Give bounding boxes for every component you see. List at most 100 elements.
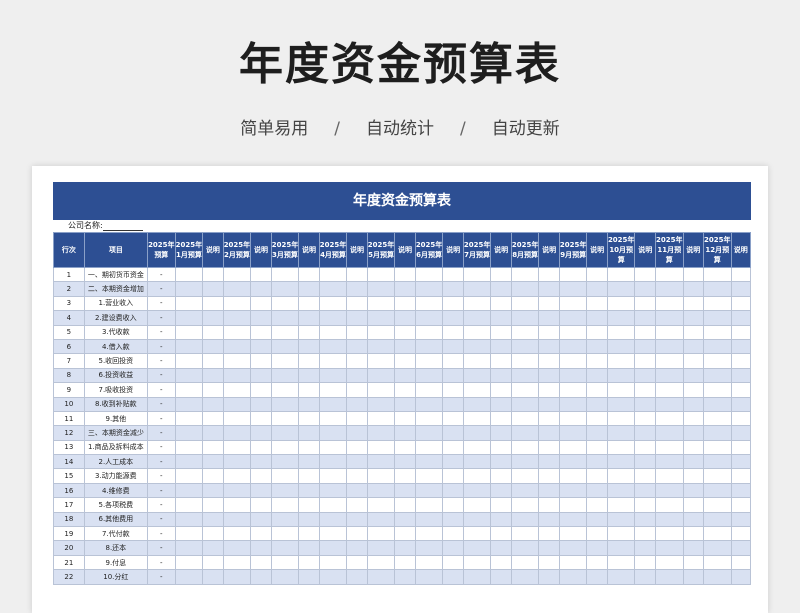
table-cell[interactable] [654,367,684,384]
row-number-cell[interactable]: 17 [53,497,85,513]
table-cell[interactable] [634,482,656,499]
table-cell[interactable] [318,468,348,484]
table-cell[interactable] [250,410,272,427]
table-cell[interactable] [270,468,300,484]
table-cell[interactable] [222,310,252,326]
annual-budget-cell[interactable]: - [147,310,176,326]
table-cell[interactable] [702,382,732,398]
table-cell[interactable] [730,266,752,283]
table-cell[interactable] [558,540,588,556]
table-cell[interactable] [250,497,272,513]
table-cell[interactable] [414,295,444,312]
table-cell[interactable] [250,439,272,456]
table-cell[interactable] [346,367,368,384]
table-cell[interactable] [202,396,224,412]
table-cell[interactable] [346,540,368,556]
table-cell[interactable] [270,454,300,470]
table-cell[interactable] [682,497,704,513]
column-header[interactable]: 2025年5月预算 [366,232,396,268]
table-cell[interactable] [298,511,320,528]
table-cell[interactable] [174,468,204,484]
table-cell[interactable] [510,266,540,283]
item-cell[interactable]: 1.营业收入 [83,295,149,312]
column-header[interactable]: 说明 [442,232,464,268]
table-cell[interactable] [682,526,704,542]
table-cell[interactable] [414,281,444,297]
row-number-cell[interactable]: 9 [53,382,85,398]
annual-budget-cell[interactable]: - [147,454,176,470]
table-cell[interactable] [702,324,732,340]
table-cell[interactable] [682,468,704,484]
table-cell[interactable] [442,353,464,369]
table-cell[interactable] [490,454,512,470]
table-cell[interactable] [442,310,464,326]
table-cell[interactable] [318,367,348,384]
table-cell[interactable] [298,367,320,384]
table-cell[interactable] [682,281,704,297]
table-cell[interactable] [202,511,224,528]
table-cell[interactable] [222,410,252,427]
table-cell[interactable] [270,266,300,283]
table-cell[interactable] [250,540,272,556]
table-cell[interactable] [270,526,300,542]
table-cell[interactable] [270,281,300,297]
table-cell[interactable] [298,281,320,297]
annual-budget-cell[interactable]: - [147,526,176,542]
table-cell[interactable] [202,295,224,312]
table-cell[interactable] [174,338,204,355]
table-cell[interactable] [394,554,416,571]
table-cell[interactable] [346,266,368,283]
table-cell[interactable] [270,554,300,571]
table-cell[interactable] [222,482,252,499]
table-cell[interactable] [510,310,540,326]
table-cell[interactable] [606,324,636,340]
table-cell[interactable] [730,468,752,484]
table-cell[interactable] [586,281,608,297]
table-cell[interactable] [654,295,684,312]
table-cell[interactable] [606,266,636,283]
table-cell[interactable] [318,324,348,340]
table-cell[interactable] [394,338,416,355]
table-cell[interactable] [222,468,252,484]
table-cell[interactable] [730,338,752,355]
table-cell[interactable] [442,382,464,398]
table-cell[interactable] [298,439,320,456]
table-cell[interactable] [366,439,396,456]
table-cell[interactable] [586,569,608,585]
table-cell[interactable] [606,482,636,499]
table-cell[interactable] [202,540,224,556]
annual-budget-cell[interactable]: - [147,410,176,427]
table-cell[interactable] [538,554,560,571]
table-cell[interactable] [270,324,300,340]
table-cell[interactable] [298,353,320,369]
table-cell[interactable] [510,353,540,369]
table-cell[interactable] [606,338,636,355]
table-cell[interactable] [538,281,560,297]
table-cell[interactable] [394,410,416,427]
table-cell[interactable] [538,410,560,427]
table-cell[interactable] [682,554,704,571]
row-number-cell[interactable]: 20 [53,540,85,556]
table-cell[interactable] [558,353,588,369]
table-cell[interactable] [414,468,444,484]
table-cell[interactable] [586,425,608,441]
table-cell[interactable] [270,439,300,456]
table-cell[interactable] [490,540,512,556]
table-cell[interactable] [298,554,320,571]
row-number-cell[interactable]: 8 [53,367,85,384]
column-header[interactable]: 2025年12月预算 [702,232,732,268]
table-cell[interactable] [634,526,656,542]
table-cell[interactable] [250,482,272,499]
table-cell[interactable] [510,410,540,427]
column-header[interactable]: 说明 [250,232,272,268]
table-cell[interactable] [586,482,608,499]
table-cell[interactable] [250,338,272,355]
item-cell[interactable]: 8.还本 [83,540,149,556]
column-header[interactable]: 说明 [730,232,752,268]
table-cell[interactable] [366,281,396,297]
table-cell[interactable] [702,482,732,499]
table-cell[interactable] [682,295,704,312]
table-cell[interactable] [298,266,320,283]
table-cell[interactable] [366,324,396,340]
item-cell[interactable]: 7.代付款 [83,526,149,542]
